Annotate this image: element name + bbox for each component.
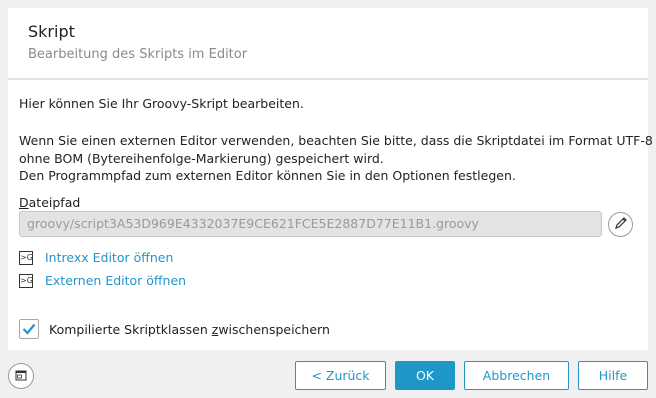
dialog-subtitle: Bearbeitung des Skripts im Editor — [28, 47, 248, 62]
open-external-editor-link[interactable]: >G Externen Editor öffnen — [19, 273, 186, 288]
edit-path-button[interactable] — [608, 212, 633, 237]
file-path-field[interactable]: groovy/script3A53D969E4332037E9CE621FCE5… — [19, 211, 602, 237]
back-button[interactable]: < Zurück — [295, 361, 386, 390]
help-button[interactable]: Hilfe — [578, 361, 648, 390]
file-path-label: Dateipfad — [19, 195, 81, 210]
info-text-line-3: Den Programmpfad zum externen Editor kön… — [19, 168, 516, 183]
cancel-button[interactable]: Abbrechen — [464, 361, 569, 390]
dialog-title: Skript — [28, 22, 75, 41]
pencil-icon — [614, 215, 628, 234]
groovy-file-icon: >G — [19, 273, 33, 288]
checkmark-icon — [22, 320, 36, 339]
dialog-header: Skript Bearbeitung des Skripts im Editor — [8, 8, 648, 78]
cache-compiled-classes-label[interactable]: Kompilierte Skriptklassen zwischenspeich… — [49, 322, 330, 337]
intro-text: Hier können Sie Ihr Groovy-Skript bearbe… — [19, 96, 304, 111]
window-mode-button[interactable] — [8, 363, 34, 389]
ok-button[interactable]: OK — [395, 361, 455, 390]
open-intrexx-editor-label[interactable]: Intrexx Editor öffnen — [45, 250, 173, 265]
info-text-line-2: ohne BOM (Bytereihenfolge-Markierung) ge… — [19, 151, 384, 166]
cache-compiled-classes-checkbox[interactable] — [19, 319, 39, 339]
open-external-editor-label[interactable]: Externen Editor öffnen — [45, 273, 186, 288]
groovy-file-icon: >G — [19, 250, 33, 265]
open-intrexx-editor-link[interactable]: >G Intrexx Editor öffnen — [19, 250, 173, 265]
dialog-content: Hier können Sie Ihr Groovy-Skript bearbe… — [8, 80, 653, 350]
window-icon — [15, 367, 27, 386]
info-text-line-1: Wenn Sie einen externen Editor verwenden… — [19, 133, 653, 148]
